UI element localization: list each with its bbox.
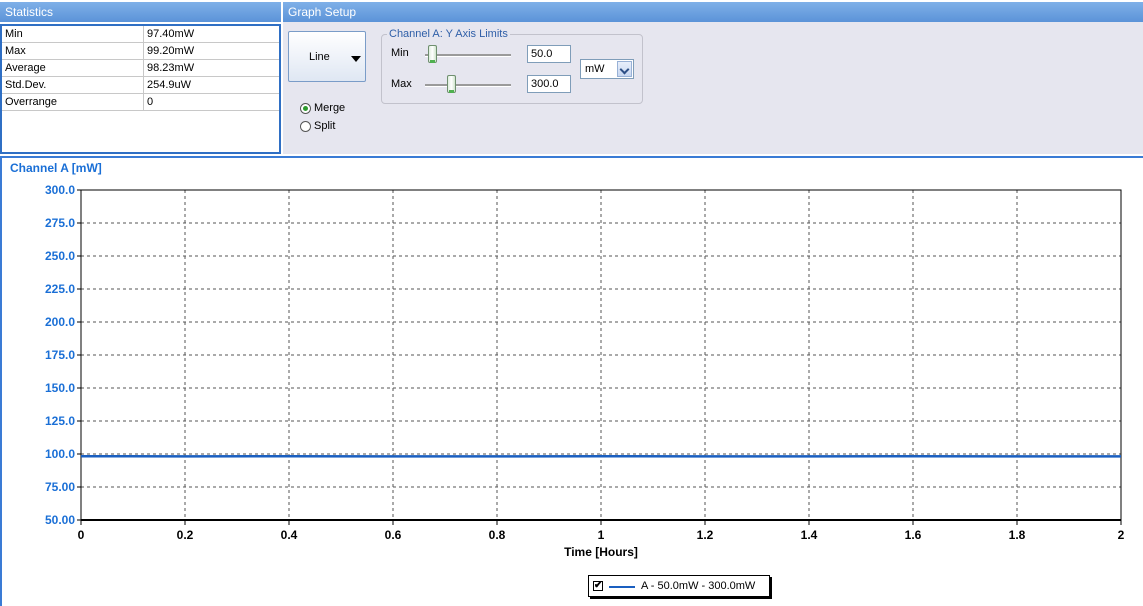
y-tick-label: 150.0 xyxy=(45,381,75,395)
y-tick-label: 175.0 xyxy=(45,348,75,362)
y-tick-label: 100.0 xyxy=(45,447,75,461)
x-tick-label: 0.8 xyxy=(489,528,506,542)
y-tick-label: 200.0 xyxy=(45,315,75,329)
x-tick-label: 1.8 xyxy=(1009,528,1026,542)
x-tick-label: 0.6 xyxy=(385,528,402,542)
y-tick-label: 250.0 xyxy=(45,249,75,263)
x-tick-label: 1.6 xyxy=(905,528,922,542)
x-tick-label: 2 xyxy=(1118,528,1125,542)
x-tick-label: 1.4 xyxy=(801,528,818,542)
y-tick-label: 50.00 xyxy=(45,513,75,527)
chart-canvas: 0 0.2 0.4 0.6 0.8 1 1.2 1.4 1.6 1.8 2 50.00 75.00 100… xyxy=(45,183,1125,559)
y-tick-label: 225.0 xyxy=(45,282,75,296)
x-tick-label: 0 xyxy=(78,528,85,542)
y-tick-label: 75.00 xyxy=(45,480,75,494)
legend-checkbox[interactable]: ✔ xyxy=(593,581,603,591)
x-tick-label: 1.2 xyxy=(697,528,714,542)
x-tick-label: 0.4 xyxy=(281,528,298,542)
x-tick-label: 0.2 xyxy=(177,528,194,542)
legend-series-label: A - 50.0mW - 300.0mW xyxy=(641,580,756,592)
legend-series-swatch xyxy=(609,586,635,588)
x-axis-label: Time [Hours] xyxy=(564,545,638,559)
y-tick-label: 300.0 xyxy=(45,183,75,197)
chart-legend: ✔ A - 50.0mW - 300.0mW xyxy=(588,575,770,597)
x-tick-label: 1 xyxy=(598,528,605,542)
y-tick-label: 125.0 xyxy=(45,414,75,428)
y-tick-label: 275.0 xyxy=(45,216,75,230)
